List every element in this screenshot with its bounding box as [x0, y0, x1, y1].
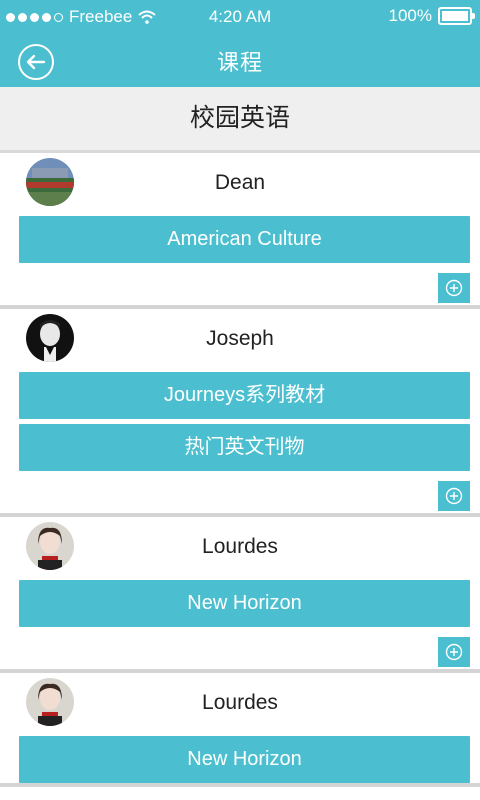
teacher-name: Lourdes — [202, 691, 278, 714]
battery-group: 100% — [388, 6, 475, 26]
add-course-button[interactable] — [438, 637, 470, 667]
course-button[interactable]: New Horizon — [19, 736, 470, 783]
plus-circle-icon — [445, 643, 463, 661]
course-button[interactable]: 热门英文刊物 — [19, 424, 470, 471]
battery-icon — [438, 7, 475, 25]
category-header: 校园英语 — [0, 87, 480, 153]
teacher-name: Lourdes — [202, 535, 278, 558]
teacher-card: Lourdes New Horizon — [0, 517, 480, 673]
add-row — [0, 471, 480, 513]
add-row — [0, 263, 480, 305]
teacher-name: Dean — [214, 171, 266, 194]
status-bar: Freebee 4:20 AM 100% — [0, 0, 480, 34]
add-course-button[interactable] — [438, 481, 470, 511]
teacher-header: Joseph — [0, 309, 480, 367]
course-button[interactable]: New Horizon — [19, 580, 470, 627]
add-row — [0, 627, 480, 669]
plus-circle-icon — [445, 487, 463, 505]
top-bar: Freebee 4:20 AM 100% 课程 — [0, 0, 480, 87]
teacher-card: Dean American Culture — [0, 153, 480, 309]
teacher-card: Joseph Journeys系列教材 热门英文刊物 — [0, 309, 480, 517]
teacher-header: Lourdes — [0, 517, 480, 575]
plus-circle-icon — [445, 279, 463, 297]
teacher-header: Lourdes — [0, 673, 480, 731]
page-title: 课程 — [216, 50, 263, 75]
battery-percent: 100% — [388, 6, 432, 25]
course-button[interactable]: Journeys系列教材 — [19, 372, 470, 419]
course-button[interactable]: American Culture — [19, 216, 470, 263]
teacher-card: Lourdes New Horizon — [0, 673, 480, 787]
teacher-name: Joseph — [206, 327, 274, 350]
teacher-list: Dean American Culture Joseph Journeys系列教… — [0, 153, 480, 787]
teacher-header: Dean — [0, 153, 480, 211]
add-course-button[interactable] — [438, 273, 470, 303]
